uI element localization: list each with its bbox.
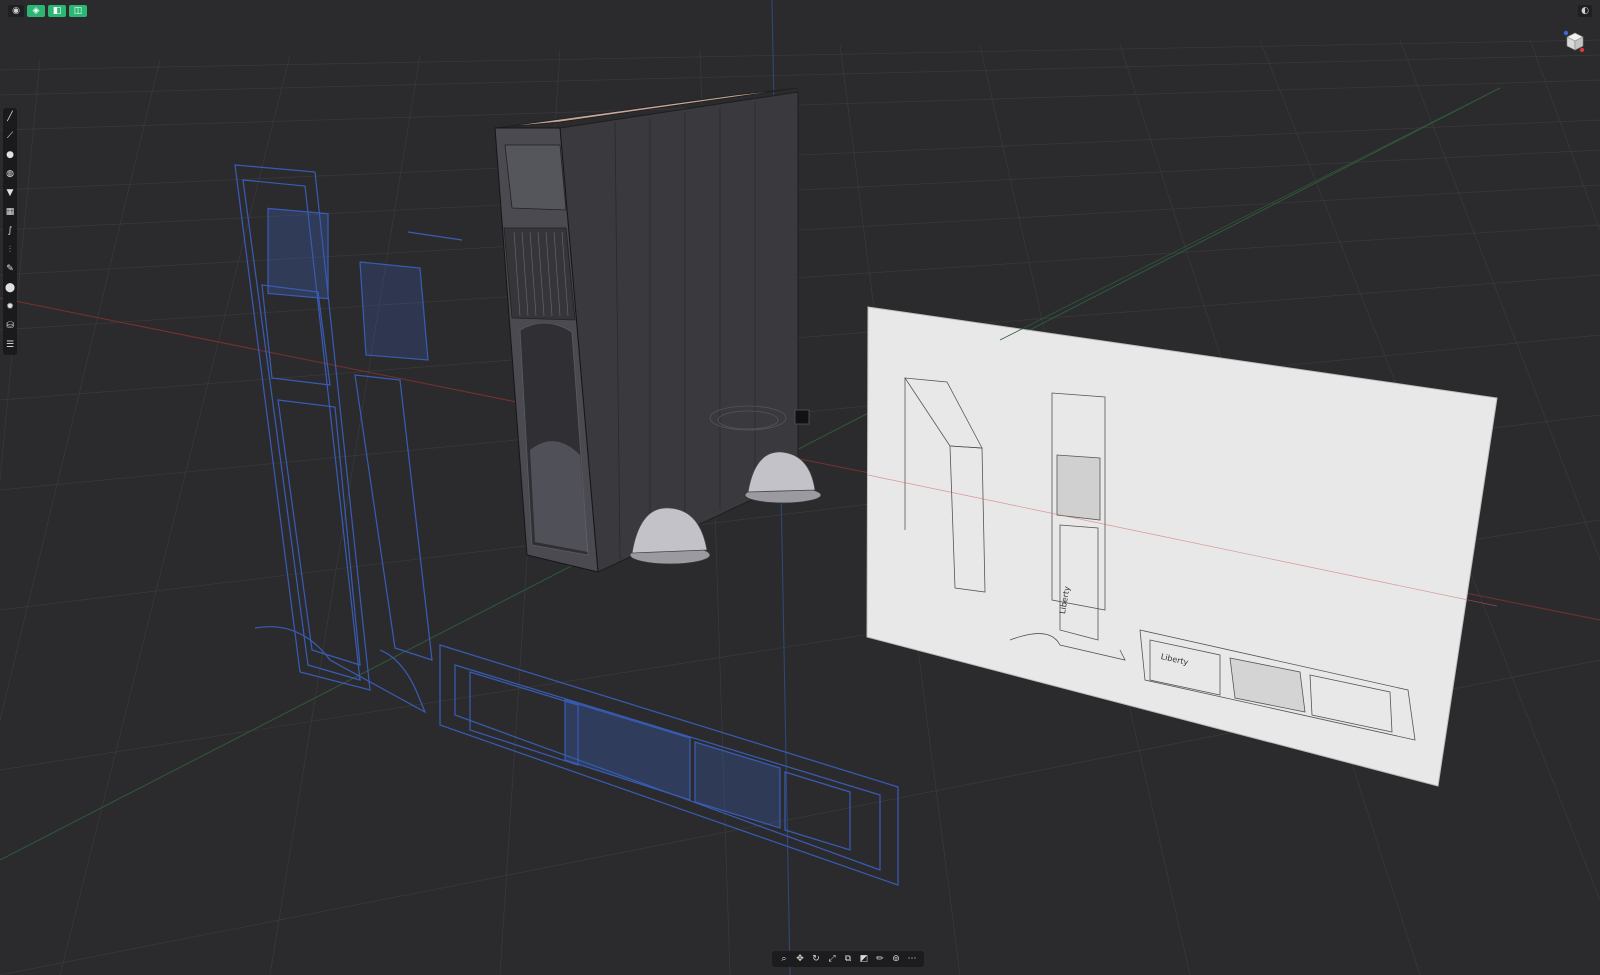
pen-icon: ✎ [6,264,14,274]
line-icon: ╱ [7,112,13,122]
eye-icon[interactable]: ◉ [8,5,24,17]
view-cube[interactable] [1563,30,1585,53]
sphere-tool[interactable]: ◍ [4,168,16,181]
duplicate-tool[interactable]: ◩ [858,953,870,965]
rotate-tool[interactable]: ↻ [810,953,822,965]
circle-tool[interactable]: ● [4,149,16,162]
search-icon: ⌕ [781,953,787,964]
copy-tool[interactable]: ⧉ [842,953,854,965]
pencil-icon: ✏ [876,953,884,964]
viewport-canvas[interactable] [0,0,1600,975]
shield-icon: ◈ [32,5,40,16]
top-left-toolbar: ◉ ◈ ◧ ◫ [8,5,87,17]
duplicate-icon: ◩ [859,953,869,964]
blueprint-front-panel [234,164,463,714]
cup-icon: ▼ [6,188,14,198]
cylinder-tool[interactable]: ⛁ [4,320,16,333]
grid-icon: ▦ [5,207,15,217]
cup-tool[interactable]: ▼ [4,187,16,200]
half-circle-icon: ◐ [1581,6,1589,16]
pen-tool[interactable]: ✎ [4,263,16,276]
rotate-icon: ↻ [812,953,820,964]
grid-tool[interactable]: ▦ [4,206,16,219]
polyline-icon: ⟋ [6,131,14,141]
polyline-tool[interactable]: ⟋ [4,130,16,143]
stack-tool[interactable]: ☰ [4,339,16,352]
scale-icon: ⤢ [828,953,836,964]
move-tool[interactable]: ✥ [794,953,806,965]
solid-sphere-tool[interactable]: ⬤ [4,282,16,295]
gear-tool[interactable]: ✹ [4,301,16,314]
component-mode-button[interactable]: ◫ [69,5,87,17]
box-icon: ◫ [73,5,83,16]
more-icon: ⋯ [907,953,917,964]
stack-icon: ☰ [5,340,15,350]
sphere-icon: ◍ [6,169,14,179]
boolean-tool[interactable]: ⊚ [890,953,902,965]
circle-icon: ● [6,150,14,160]
boolean-icon: ⊚ [892,953,900,964]
split-tool[interactable]: ⫶ [4,244,16,257]
gear-icon: ✹ [6,302,14,312]
cylinder-icon: ⛁ [6,321,14,331]
blueprint-rack-panel [439,644,899,886]
curve-tool[interactable]: ∫ [4,225,16,238]
bottom-toolbar: ⌕ ✥ ↻ ⤢ ⧉ ◩ ✏ ⊚ ⋯ [772,951,924,967]
move-icon: ✥ [796,953,804,964]
display-toggle-button[interactable]: ◐ [1578,5,1592,17]
3d-viewport[interactable]: Liberty Liberty [0,0,1600,975]
solid-mode-button[interactable]: ◈ [27,5,45,17]
left-toolbar: ╱ ⟋ ● ◍ ▼ ▦ ∫ ⫶ ✎ ⬤ ✹ ⛁ ☰ [3,108,17,355]
line-tool[interactable]: ╱ [4,111,16,124]
copy-icon: ⧉ [844,953,852,964]
reference-image-plane [866,306,1498,787]
view-cube-icon [1563,30,1585,53]
pencil-tool[interactable]: ✏ [874,953,886,965]
solid-sphere-icon: ⬤ [4,283,16,293]
more-tool[interactable]: ⋯ [906,953,918,965]
curve-icon: ∫ [7,226,13,236]
split-icon: ⫶ [8,245,12,255]
search-tool[interactable]: ⌕ [778,953,790,965]
cube-icon: ◧ [52,5,62,16]
object-mode-button[interactable]: ◧ [48,5,66,17]
scale-tool[interactable]: ⤢ [826,953,838,965]
